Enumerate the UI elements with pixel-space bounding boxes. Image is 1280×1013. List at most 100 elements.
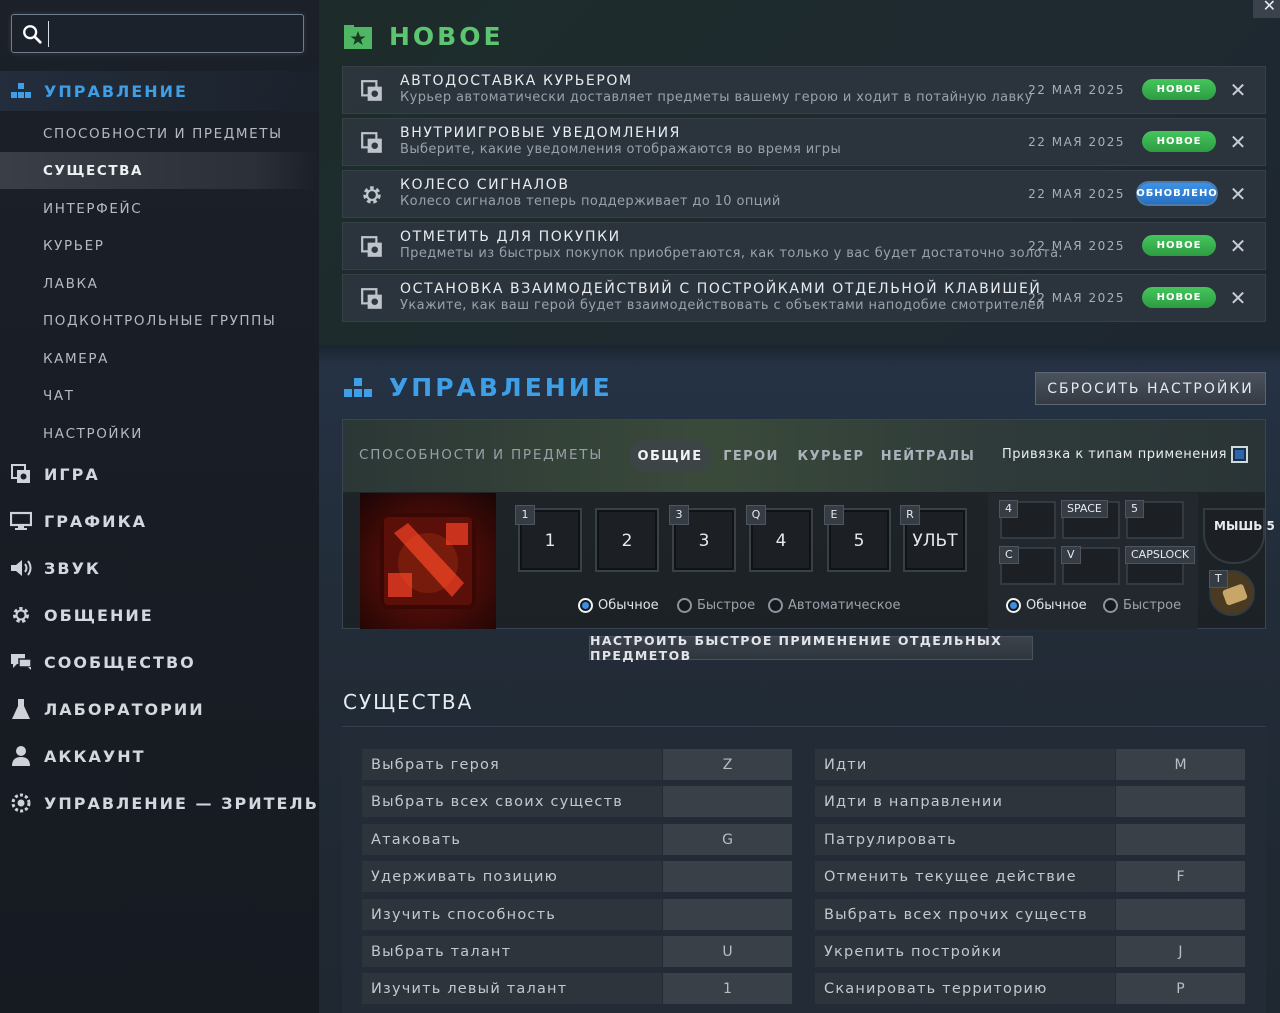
item-cast-normal-radio[interactable]: Обычное — [1006, 598, 1087, 613]
sidebar-subitem-camera[interactable]: КАМЕРА — [0, 340, 319, 377]
keybind-row[interactable]: Укрепить постройки J — [815, 936, 1245, 967]
sidebar-subitem-control-groups[interactable]: ПОДКОНТРОЛЬНЫЕ ГРУППЫ — [0, 302, 319, 339]
ability-slot-3[interactable]: 33 — [669, 505, 736, 572]
item-slot-6[interactable]: CAPSLOCK — [1125, 546, 1196, 585]
keybind-table: Выбрать героя Z Выбрать всех своих сущест… — [342, 726, 1266, 1013]
keybind-row[interactable]: Идти M — [815, 749, 1245, 780]
sidebar-subitem-chat[interactable]: ЧАТ — [0, 377, 319, 414]
bind-to-types-checkbox[interactable] — [1231, 446, 1248, 463]
sidebar-item-game[interactable]: ИГРА — [0, 454, 319, 494]
keybind-action: Изучить левый талант — [362, 973, 662, 1004]
item-slot-4[interactable]: C — [999, 546, 1056, 585]
sidebar-subitem-creatures[interactable]: СУЩЕСТВА — [0, 152, 319, 189]
tab-general[interactable]: ОБЩИЕ — [629, 440, 711, 472]
keybind-key[interactable] — [663, 786, 792, 817]
item-cast-quick-radio[interactable]: Быстрое — [1103, 598, 1181, 613]
search-box[interactable] — [11, 14, 304, 53]
close-icon[interactable]: ✕ — [1227, 287, 1249, 309]
item-slot-1[interactable]: 4 — [999, 500, 1056, 539]
sidebar-subitem-abilities[interactable]: СПОСОБНОСТИ И ПРЕДМЕТЫ — [0, 115, 319, 152]
item-slot-2[interactable]: SPACE — [1061, 500, 1120, 539]
update-title: КОЛЕСО СИГНАЛОВ — [400, 177, 570, 193]
game-icon — [361, 236, 382, 257]
status-badge: НОВОЕ — [1142, 235, 1216, 256]
item-slot-3[interactable]: 5 — [1125, 500, 1184, 539]
neutral-item-slot[interactable]: МЫШЬ 5 — [1203, 508, 1275, 564]
sidebar-item-social[interactable]: ОБЩЕНИЕ — [0, 595, 319, 635]
sidebar-item-community[interactable]: СООБЩЕСТВО — [0, 642, 319, 682]
update-row[interactable]: ОТМЕТИТЬ ДЛЯ ПОКУПКИ Предметы из быстрых… — [342, 222, 1266, 270]
keybind-key[interactable]: P — [1116, 973, 1245, 1004]
keybind-key[interactable]: J — [1116, 936, 1245, 967]
tab-neutrals[interactable]: НЕЙТРАЛЫ — [881, 440, 974, 472]
keybind-key[interactable] — [1116, 786, 1245, 817]
sidebar-item-account[interactable]: АККАУНТ — [0, 736, 319, 776]
update-row[interactable]: АВТОДОСТАВКА КУРЬЕРОМ Курьер автоматичес… — [342, 66, 1266, 114]
keybind-key[interactable] — [1116, 824, 1245, 855]
sidebar-item-controls[interactable]: УПРАВЛЕНИЕ — [0, 71, 319, 111]
ability-slot-4[interactable]: Q4 — [746, 505, 813, 572]
sidebar-subitem-shop[interactable]: ЛАВКА — [0, 265, 319, 302]
keybind-action: Выбрать всех прочих существ — [815, 899, 1115, 930]
ability-slot-ultimate[interactable]: R УЛЬТ — [900, 505, 967, 572]
keybind-row[interactable]: Удерживать позицию — [362, 861, 792, 892]
tab-heroes[interactable]: ГЕРОИ — [721, 440, 781, 472]
keybind-row[interactable]: Атаковать G — [362, 824, 792, 855]
search-input[interactable] — [48, 21, 298, 47]
sidebar-subitem-interface[interactable]: ИНТЕРФЕЙС — [0, 190, 319, 227]
keybind-action: Выбрать всех своих существ — [362, 786, 662, 817]
keybind-key[interactable] — [663, 899, 792, 930]
ability-slot-5[interactable]: E5 — [824, 505, 891, 572]
close-icon[interactable]: ✕ — [1227, 79, 1249, 101]
sidebar: УПРАВЛЕНИЕ СПОСОБНОСТИ И ПРЕДМЕТЫ СУЩЕСТ… — [0, 0, 319, 1013]
main-content: НОВОЕ АВТОДОСТАВКА КУРЬЕРОМ Курьер автом… — [319, 0, 1280, 1013]
window-close-icon[interactable]: ✕ — [1253, 0, 1280, 18]
update-description: Колесо сигналов теперь поддерживает до 1… — [400, 194, 781, 209]
close-icon[interactable]: ✕ — [1227, 235, 1249, 257]
tp-scroll-slot[interactable]: T — [1209, 570, 1255, 616]
keybind-key[interactable]: M — [1116, 749, 1245, 780]
keybind-row[interactable]: Выбрать талант U — [362, 936, 792, 967]
item-slot-5[interactable]: V — [1061, 546, 1120, 585]
cast-mode-normal-radio[interactable]: Обычное — [578, 598, 659, 613]
tab-courier[interactable]: КУРЬЕР — [798, 440, 864, 472]
radio-dot — [1006, 598, 1021, 613]
sidebar-item-labs[interactable]: ЛАБОРАТОРИИ — [0, 689, 319, 729]
keybind-row[interactable]: Сканировать территорию P — [815, 973, 1245, 1004]
keybind-key[interactable]: G — [663, 824, 792, 855]
update-row[interactable]: КОЛЕСО СИГНАЛОВ Колесо сигналов теперь п… — [342, 170, 1266, 218]
update-row[interactable]: ВНУТРИИГРОВЫЕ УВЕДОМЛЕНИЯ Выберите, каки… — [342, 118, 1266, 166]
update-title: ВНУТРИИГРОВЫЕ УВЕДОМЛЕНИЯ — [400, 125, 681, 141]
keybind-key[interactable] — [663, 861, 792, 892]
sidebar-item-sound[interactable]: ЗВУК — [0, 548, 319, 588]
keybind-key[interactable] — [1116, 899, 1245, 930]
reset-settings-button[interactable]: СБРОСИТЬ НАСТРОЙКИ — [1035, 372, 1266, 405]
keybind-row[interactable]: Выбрать всех прочих существ — [815, 899, 1245, 930]
update-date: 22 МАЯ 2025 — [1028, 135, 1125, 149]
keybind-key[interactable]: 1 — [663, 973, 792, 1004]
cast-mode-auto-radio[interactable]: Автоматическое — [768, 598, 901, 613]
keybind-row[interactable]: Выбрать всех своих существ — [362, 786, 792, 817]
sidebar-item-graphics[interactable]: ГРАФИКА — [0, 501, 319, 541]
keybind-row[interactable]: Изучить способность — [362, 899, 792, 930]
sidebar-item-spectator-controls[interactable]: УПРАВЛЕНИЕ — ЗРИТЕЛЬ — [0, 783, 319, 823]
keybind-key[interactable]: U — [663, 936, 792, 967]
close-icon[interactable]: ✕ — [1227, 131, 1249, 153]
item-slots-panel: 4 SPACE 5 C V CAPSLOCK Обычное Быстрое — [988, 493, 1198, 629]
keybind-key[interactable]: F — [1116, 861, 1245, 892]
cast-mode-quick-radio[interactable]: Быстрое — [677, 598, 755, 613]
keybind-row[interactable]: Выбрать героя Z — [362, 749, 792, 780]
sidebar-subitem-courier[interactable]: КУРЬЕР — [0, 227, 319, 264]
keybind-key[interactable]: Z — [663, 749, 792, 780]
keybind-row[interactable]: Изучить левый талант 1 — [362, 973, 792, 1004]
close-icon[interactable]: ✕ — [1227, 183, 1249, 205]
update-row[interactable]: ОСТАНОВКА ВЗАИМОДЕЙСТВИЙ С ПОСТРОЙКАМИ О… — [342, 274, 1266, 322]
keybind-row[interactable]: Отменить текущее действие F — [815, 861, 1245, 892]
keybind-row[interactable]: Патрулировать — [815, 824, 1245, 855]
ability-slot-1[interactable]: 11 — [515, 505, 582, 572]
keybind-row[interactable]: Идти в направлении — [815, 786, 1245, 817]
customize-quickcast-button[interactable]: НАСТРОИТЬ БЫСТРОЕ ПРИМЕНЕНИЕ ОТДЕЛЬНЫХ П… — [589, 633, 1033, 663]
ability-slot-label: УЛЬТ — [912, 531, 958, 551]
sidebar-subitem-settings[interactable]: НАСТРОЙКИ — [0, 415, 319, 452]
ability-slot-2[interactable]: 2 — [595, 508, 659, 572]
